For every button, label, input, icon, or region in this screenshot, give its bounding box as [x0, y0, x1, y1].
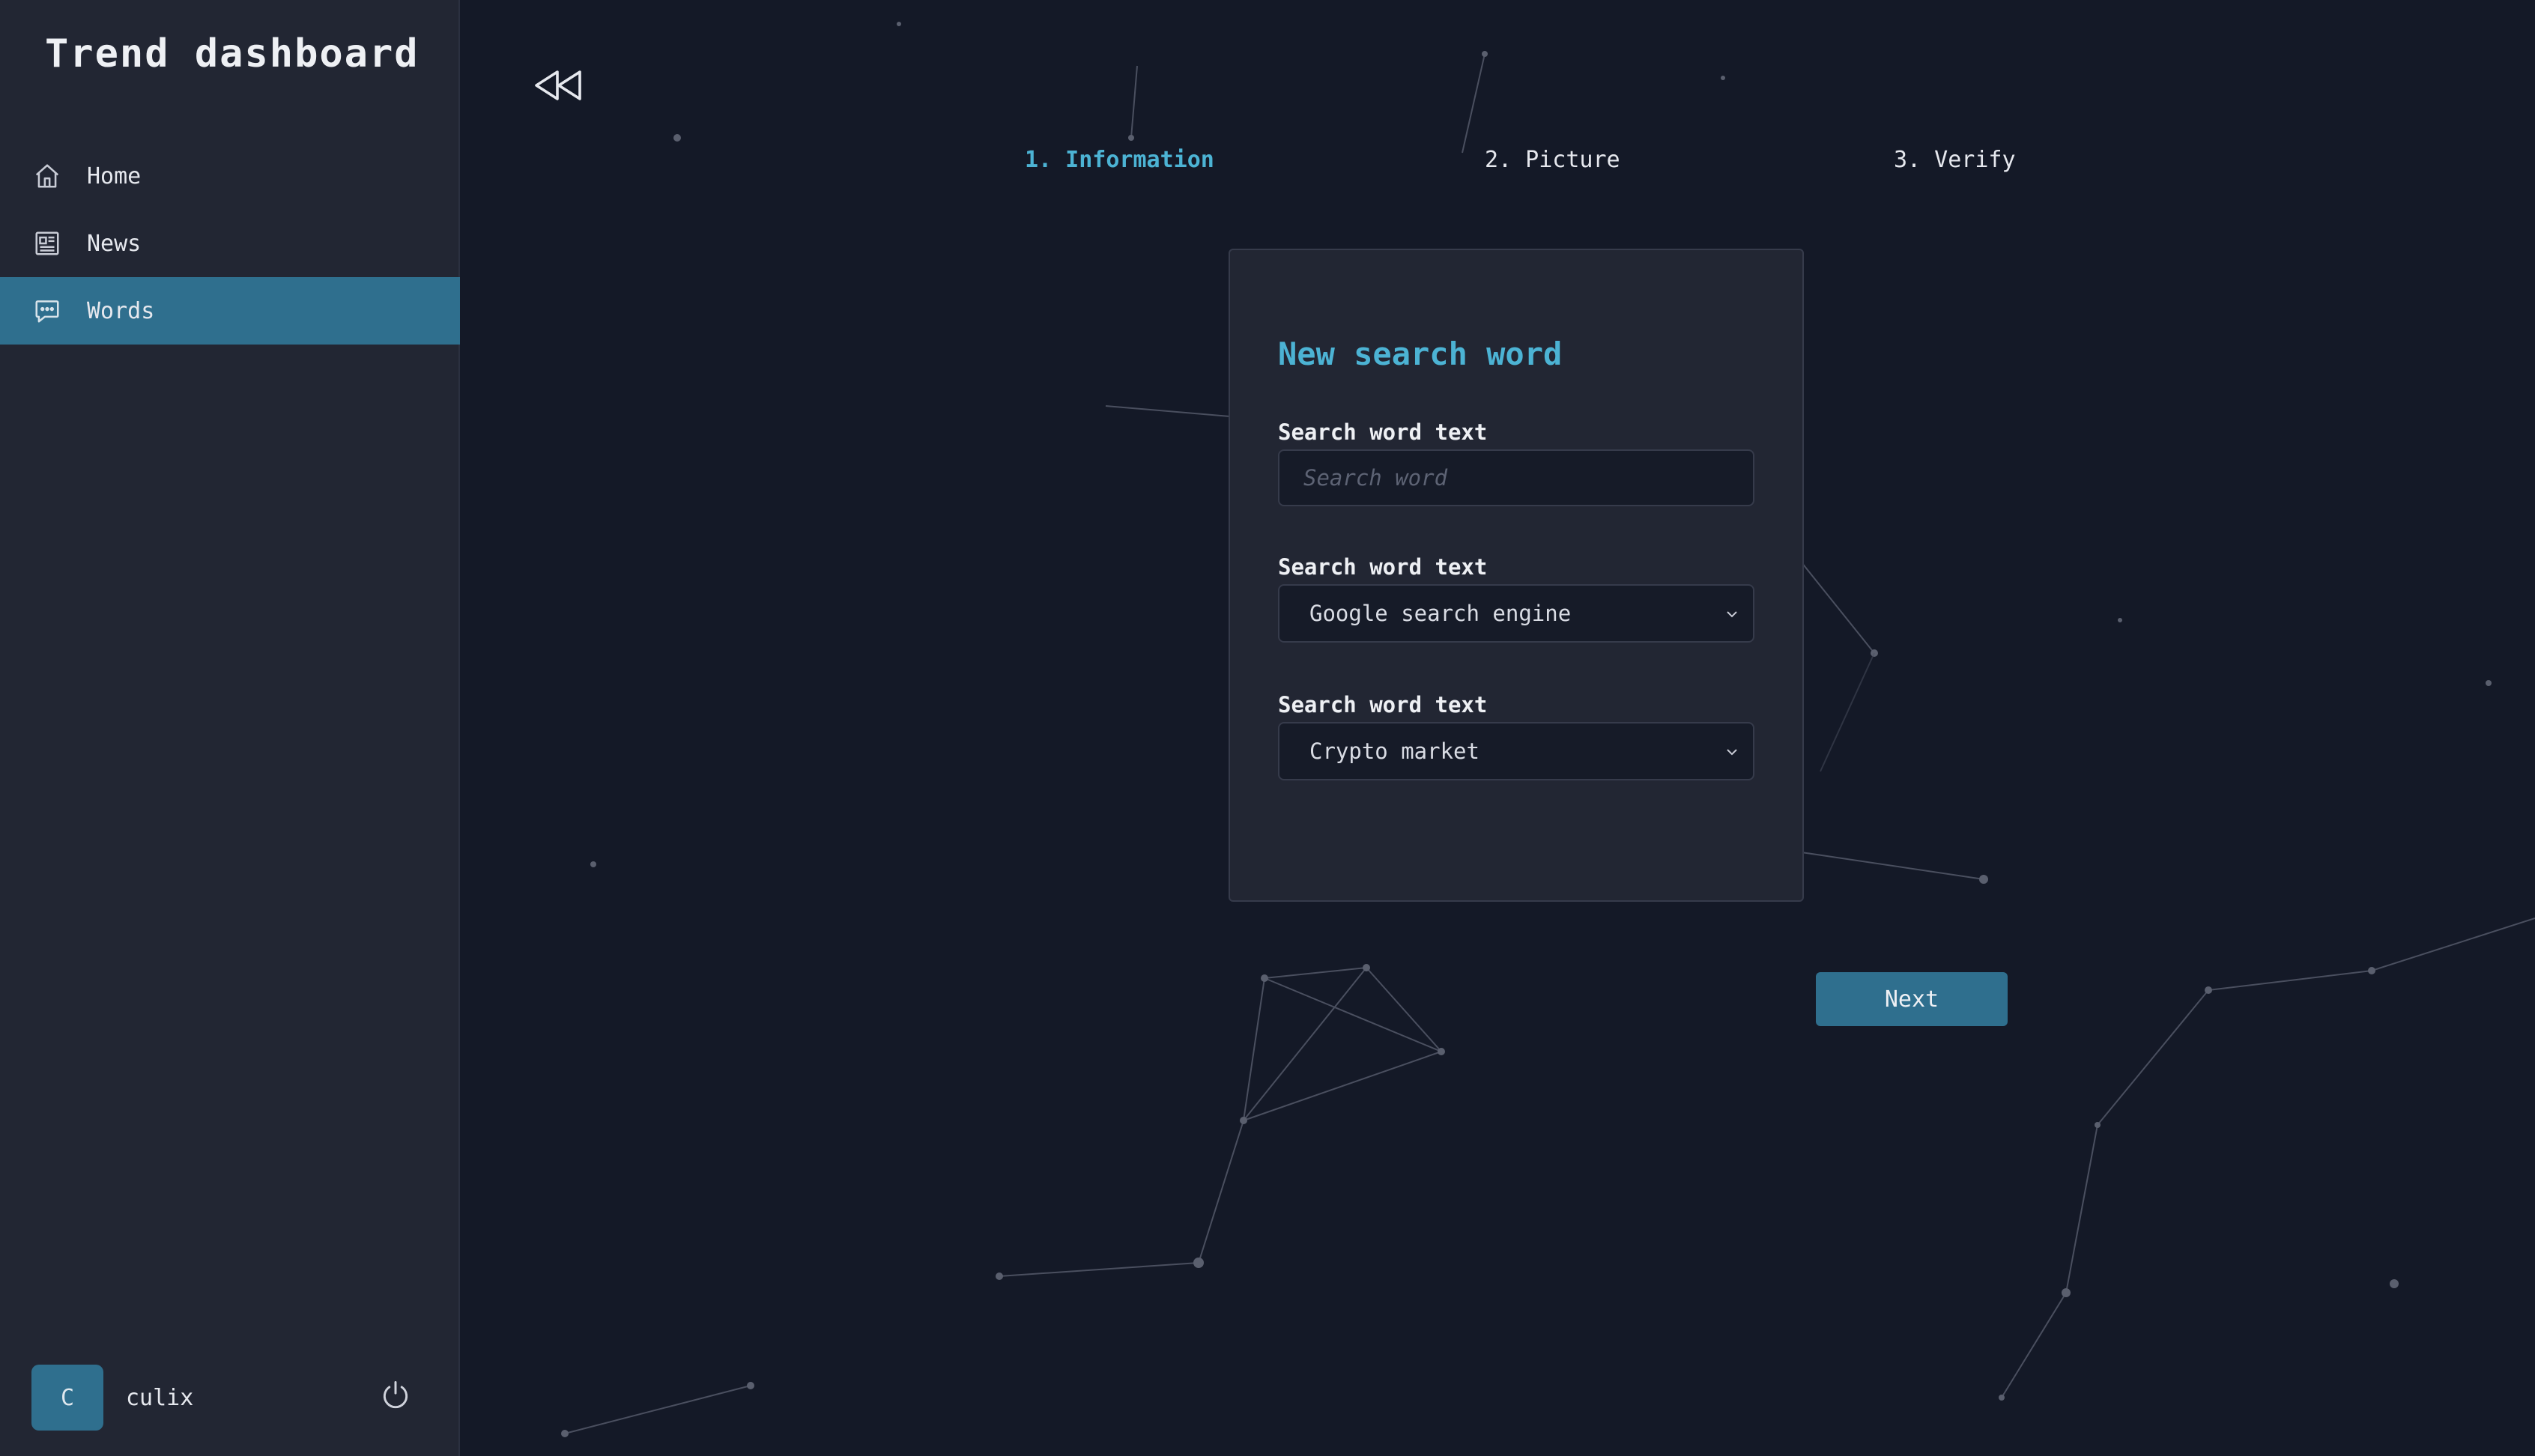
app-title: Trend dashboard	[45, 31, 420, 76]
select-value: Google search engine	[1309, 601, 1572, 626]
sidebar-item-label: News	[87, 230, 142, 257]
form-title: New search word	[1278, 336, 1563, 372]
step-picture[interactable]: 2. Picture	[1485, 147, 1620, 173]
next-button[interactable]: Next	[1816, 972, 2008, 1026]
field-label: Search word text	[1278, 419, 1488, 445]
sidebar-item-label: Words	[87, 297, 155, 324]
search-word-input[interactable]	[1278, 449, 1754, 506]
wizard-steps: 1. Information 2. Picture 3. Verify	[0, 147, 2535, 177]
field-label: Search word text	[1278, 692, 1488, 718]
username: culix	[126, 1384, 194, 1411]
chevron-down-icon	[1727, 611, 1737, 618]
search-engine-select[interactable]: Google search engine	[1278, 584, 1754, 643]
chevron-down-icon	[1727, 749, 1737, 756]
market-select[interactable]: Crypto market	[1278, 722, 1754, 780]
newspaper-icon	[33, 229, 61, 258]
avatar: C	[31, 1365, 103, 1431]
rewind-back-icon[interactable]	[533, 69, 583, 102]
select-value: Crypto market	[1309, 738, 1479, 764]
sidebar-item-words[interactable]: Words	[0, 277, 460, 345]
sidebar-item-news[interactable]: News	[0, 210, 460, 277]
user-profile[interactable]: C culix	[31, 1365, 193, 1431]
chat-bubble-icon	[33, 297, 61, 325]
field-label: Search word text	[1278, 554, 1488, 580]
sidebar: Trend dashboard Home News Words C culix	[0, 0, 460, 1456]
step-information[interactable]: 1. Information	[1025, 147, 1214, 173]
logout-power-icon[interactable]	[379, 1378, 412, 1411]
app-root: Trend dashboard Home News Words C culix …	[0, 0, 2535, 1456]
step-verify[interactable]: 3. Verify	[1894, 147, 2016, 173]
new-search-word-card: New search word Search word text Search …	[1229, 249, 1804, 902]
